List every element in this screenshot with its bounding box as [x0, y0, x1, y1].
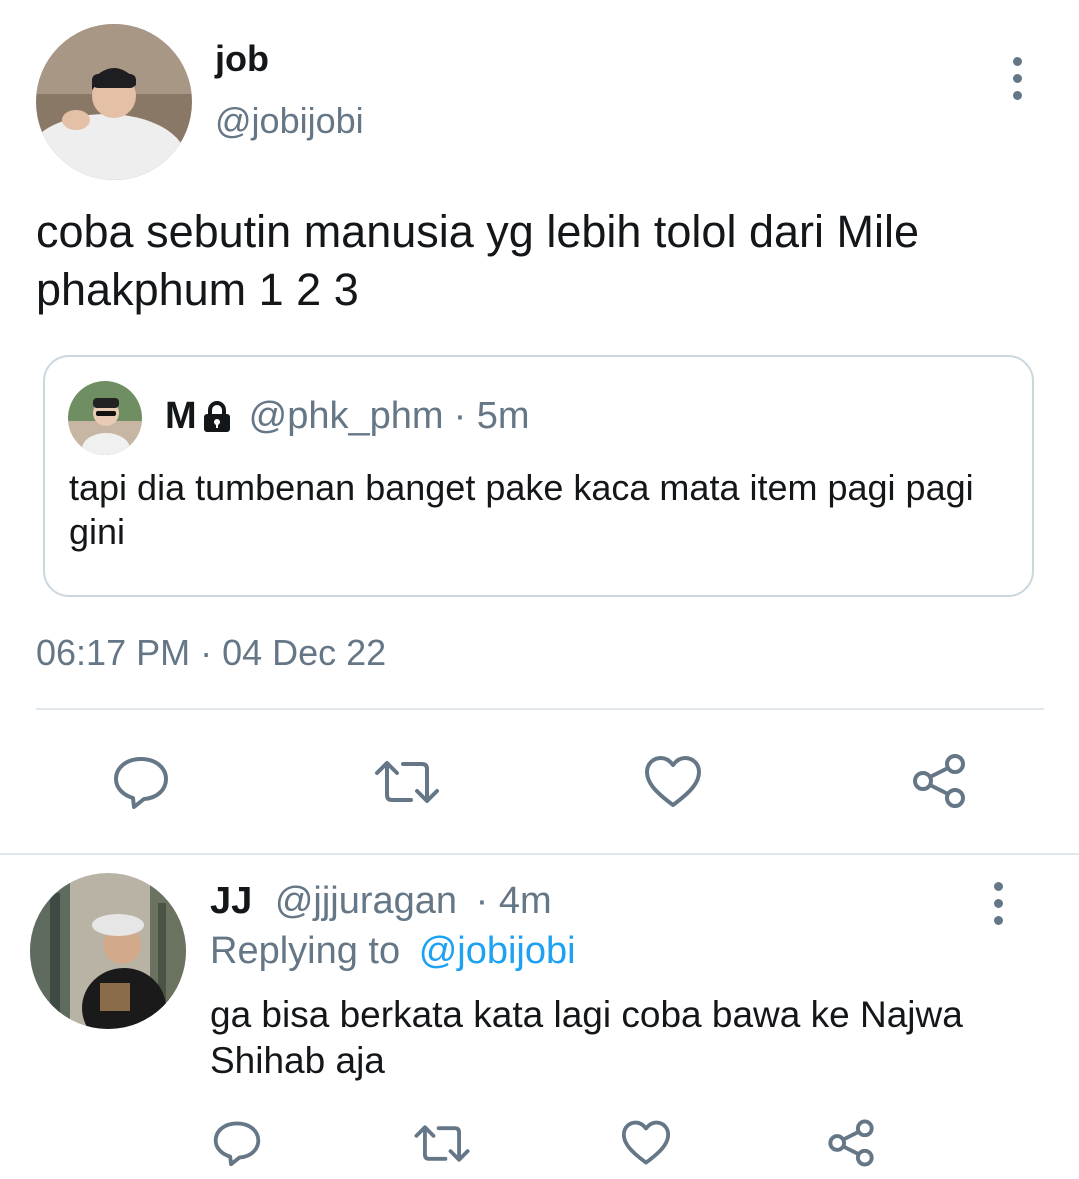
tweet-text: coba sebutin manusia yg lebih tolol dari… [36, 206, 919, 315]
divider [36, 708, 1044, 710]
reply-author-name[interactable]: JJ [210, 880, 252, 922]
quoted-author-name[interactable]: M [165, 395, 197, 438]
retweet-icon[interactable] [373, 757, 441, 807]
quoted-time: · 5m [453, 395, 530, 437]
more-options-icon[interactable] [1007, 57, 1027, 100]
reply-author-row: JJ @jjjuragan · 4m [210, 880, 552, 923]
reply-author-avatar[interactable] [30, 873, 186, 1029]
share-icon[interactable] [910, 752, 968, 810]
quoted-tweet-text: tapi dia tumbenan banget pake kaca mata … [69, 467, 974, 552]
reply-more-options-icon[interactable] [988, 882, 1008, 925]
quoted-author-avatar [68, 381, 142, 455]
replying-to-row: Replying to @jobijobi [210, 930, 576, 973]
section-divider [0, 853, 1079, 855]
reply-icon[interactable] [113, 755, 169, 809]
author-name[interactable]: job [215, 38, 269, 80]
reply-text: ga bisa berkata kata lagi coba bawa ke N… [210, 994, 963, 1081]
author-avatar[interactable] [36, 24, 192, 180]
reply-like-icon[interactable] [621, 1120, 671, 1166]
quoted-author-handle[interactable]: @phk_phm [249, 395, 444, 438]
author-handle[interactable]: @jobijobi [215, 100, 364, 142]
tweet-timestamp: 06:17 PM · 04 Dec 22 [36, 632, 387, 673]
replying-to-handle[interactable]: @jobijobi [419, 930, 576, 972]
reply-retweet-icon[interactable] [413, 1122, 471, 1165]
replying-to-label: Replying to [210, 930, 401, 972]
reply-reply-icon[interactable] [213, 1120, 261, 1166]
quoted-author-row: M @phk_phm · 5m [165, 395, 530, 438]
like-icon[interactable] [644, 755, 702, 809]
reply-author-handle[interactable]: @jjjuragan [275, 880, 457, 922]
reply-time: · 4m [475, 880, 552, 922]
lock-icon [201, 400, 233, 434]
reply-share-icon[interactable] [826, 1118, 876, 1168]
